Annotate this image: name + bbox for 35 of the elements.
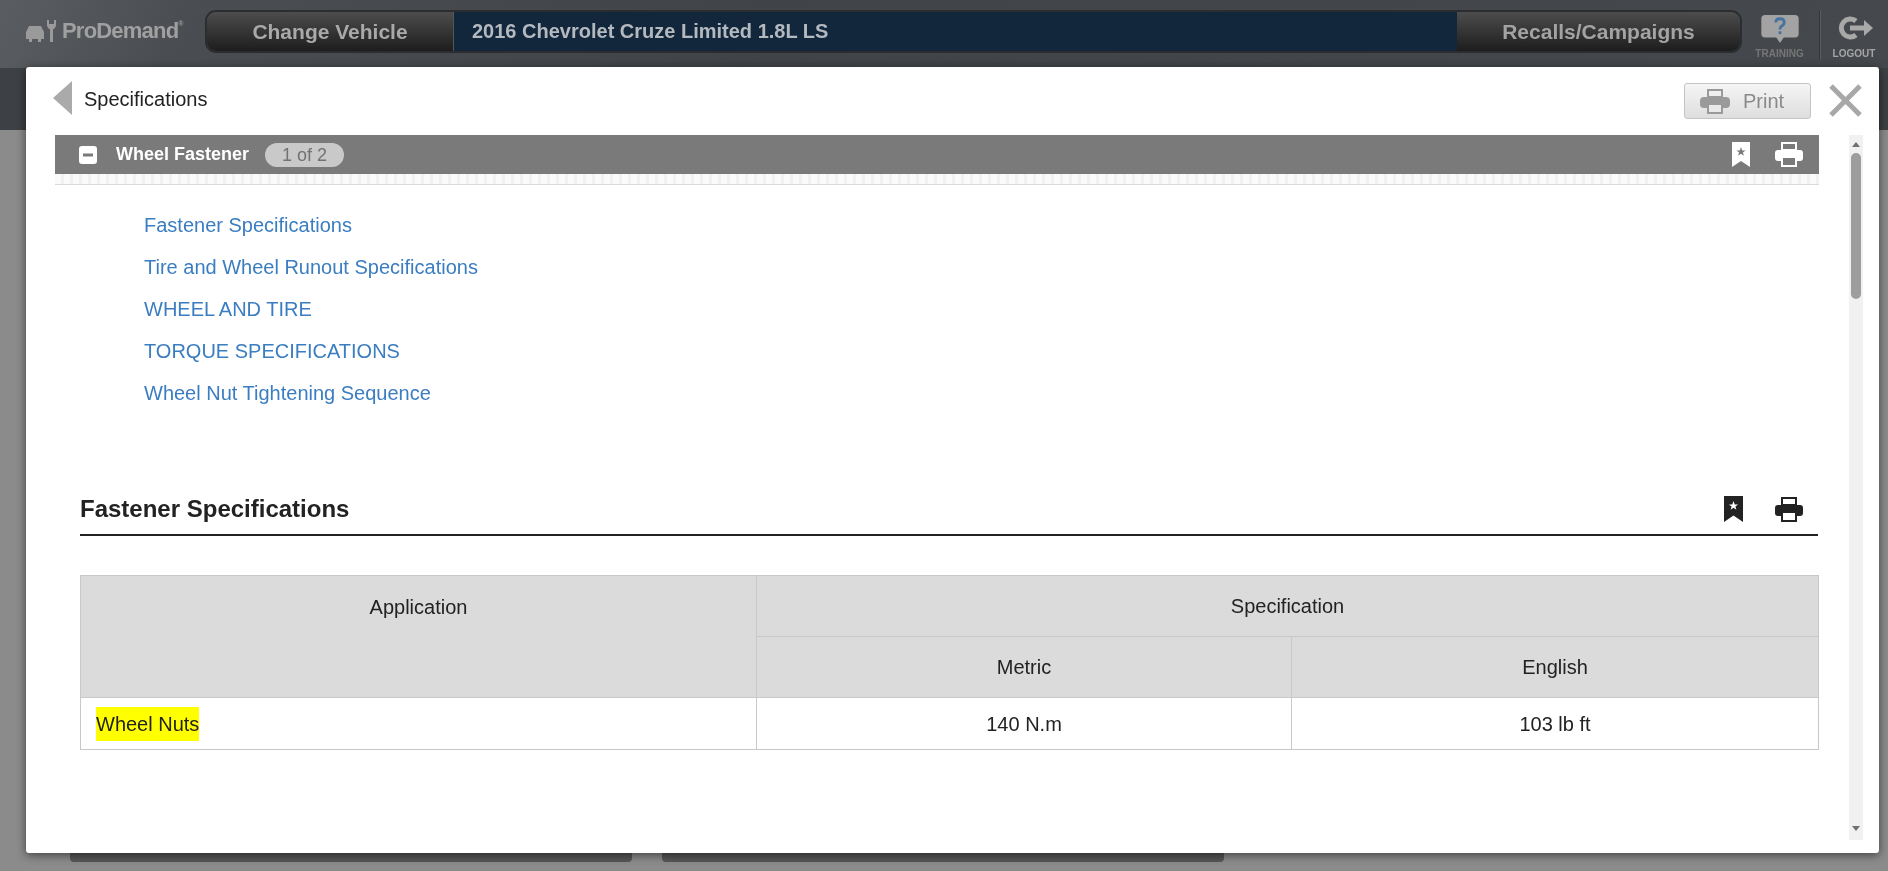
spec-link[interactable]: Wheel Nut Tightening Sequence: [144, 372, 431, 414]
column-header: Specification: [756, 575, 1819, 637]
logo-text: ProDemand$^{®}$: [62, 18, 183, 44]
caret-down-icon[interactable]: [1852, 826, 1860, 831]
spec-link[interactable]: WHEEL AND TIRE: [144, 288, 312, 330]
help-icon: [1759, 15, 1800, 43]
back-icon[interactable]: [53, 81, 72, 115]
scrollbar-thumb[interactable]: [1851, 153, 1861, 299]
change-vehicle-button[interactable]: Change Vehicle: [207, 12, 453, 51]
column-header: Application: [80, 575, 757, 698]
spec-link[interactable]: Fastener Specifications: [144, 204, 352, 246]
column-header: English: [1291, 636, 1819, 698]
car-wrench-icon: [25, 19, 57, 43]
printer-icon[interactable]: [1775, 496, 1803, 522]
vehicle-title: 2016 Chevrolet Cruze Limited 1.8L LS: [453, 12, 1457, 51]
cell-text: 103 lb ft: [1519, 711, 1591, 737]
bookmark-icon[interactable]: [1724, 496, 1743, 522]
spec-link[interactable]: TORQUE SPECIFICATIONS: [144, 330, 400, 372]
cell-text: 140 N.m: [986, 711, 1062, 737]
printer-icon: [1700, 88, 1730, 114]
close-icon[interactable]: [1829, 84, 1862, 117]
spec-link[interactable]: Tire and Wheel Runout Specifications: [144, 246, 478, 288]
section-title: Wheel Fastener: [116, 144, 250, 165]
count-badge: 1 of 2: [265, 142, 345, 167]
dialog-title: Specifications: [84, 87, 208, 111]
logout-button[interactable]: LOGOUT: [1820, 0, 1888, 59]
caret-up-icon[interactable]: [1852, 142, 1860, 147]
section-header[interactable]: Wheel Fastener 1 of 2: [55, 135, 1819, 174]
cell-text: Wheel Nuts: [96, 706, 200, 741]
recalls-button[interactable]: Recalls/Campaigns: [1457, 12, 1740, 51]
print-button[interactable]: Print: [1684, 83, 1811, 119]
scrollbar[interactable]: [1849, 135, 1863, 840]
collapse-icon[interactable]: [79, 145, 97, 164]
section-heading: Fastener Specifications: [80, 495, 350, 523]
column-header: Metric: [756, 636, 1292, 698]
